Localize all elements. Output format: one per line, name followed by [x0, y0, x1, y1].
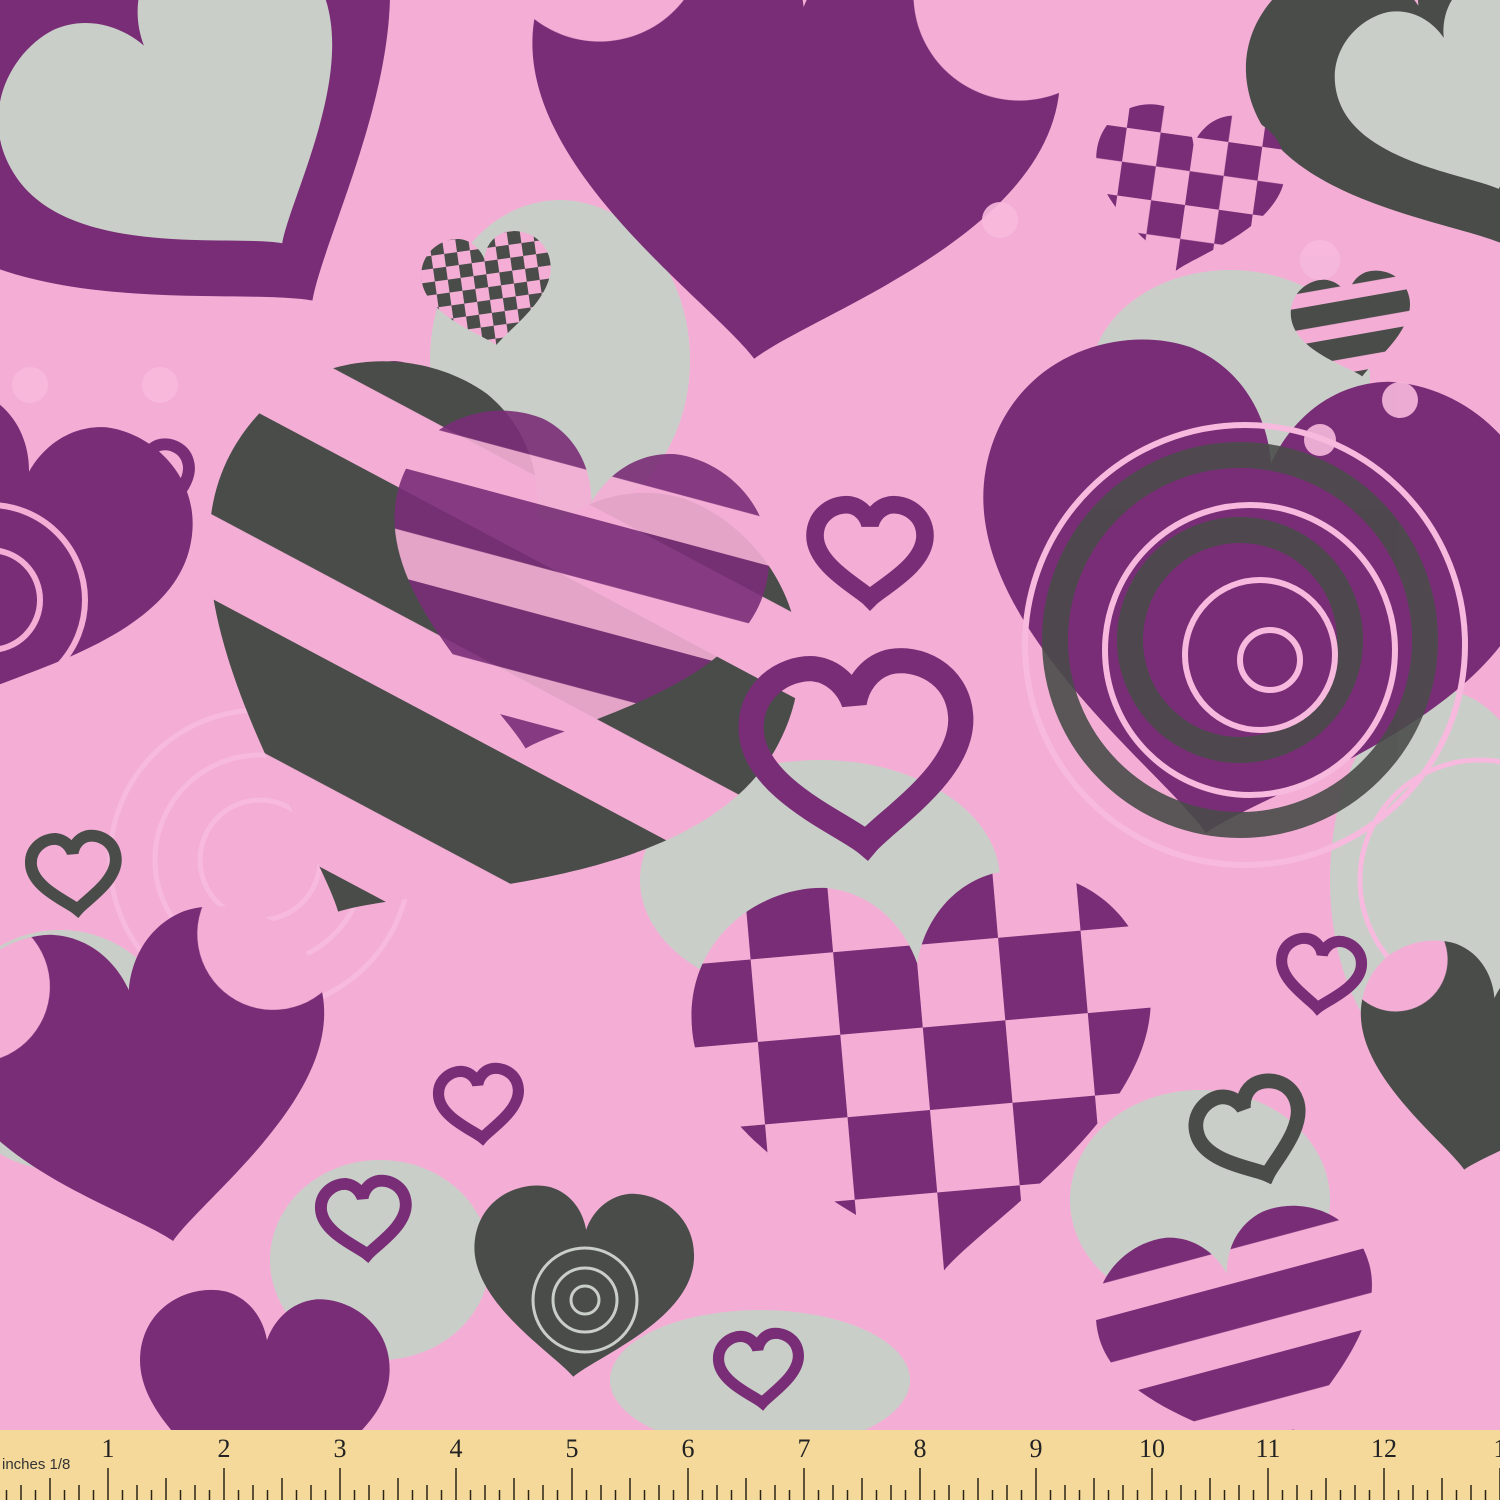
ruler-number: 11 — [1255, 1434, 1281, 1463]
ruler-number: 5 — [565, 1434, 579, 1463]
ruler-number: 12 — [1371, 1434, 1397, 1463]
ruler-number: 1 — [101, 1434, 115, 1463]
ruler-unit-label: inches 1/8 — [2, 1456, 71, 1473]
fabric-pattern — [0, 0, 1500, 1430]
ruler-number: 4 — [449, 1434, 463, 1463]
ruler-number: 8 — [913, 1434, 927, 1463]
ruler-number: 7 — [797, 1434, 811, 1463]
ruler-number: 1 — [1493, 1434, 1500, 1463]
ruler-number: 3 — [333, 1434, 347, 1463]
ruler-number: 6 — [681, 1434, 695, 1463]
ruler-number: 2 — [217, 1434, 231, 1463]
ruler-number: 9 — [1029, 1434, 1043, 1463]
ruler-number: 10 — [1139, 1434, 1165, 1463]
measuring-ruler: inches 1/8 1 2 3 4 5 6 7 8 9 10 11 12 1 — [0, 1430, 1500, 1500]
